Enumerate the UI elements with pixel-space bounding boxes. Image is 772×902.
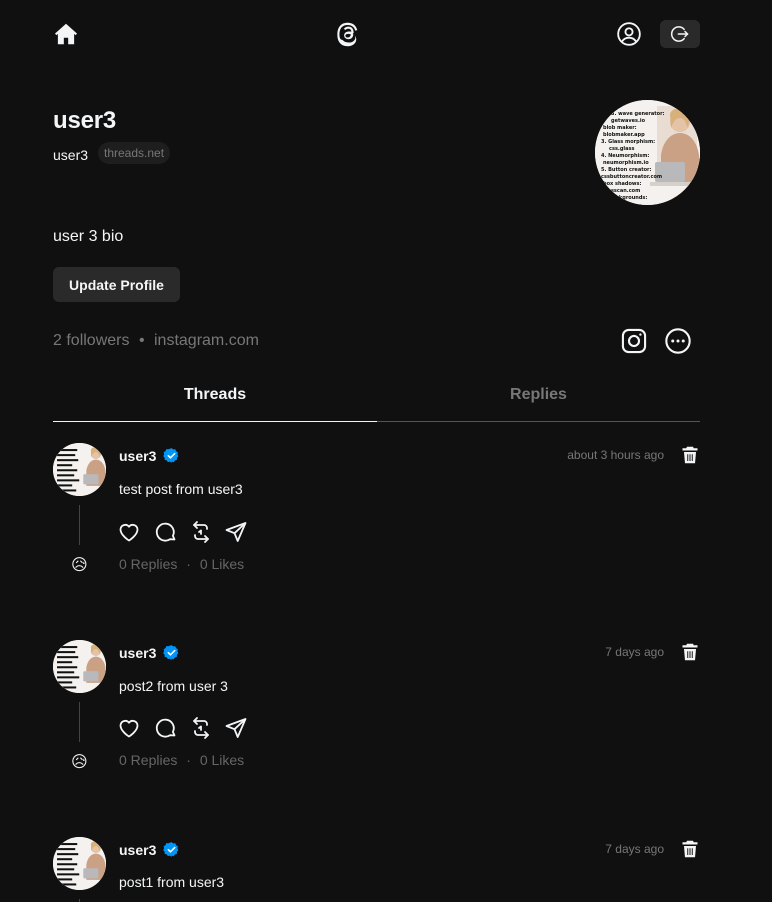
svg-text:blobmaker.app: blobmaker.app [603, 132, 645, 138]
delete-icon[interactable] [681, 445, 699, 465]
avatar-image [53, 640, 106, 693]
avatar-image [53, 443, 106, 496]
logout-icon [670, 26, 689, 42]
verified-icon [163, 645, 179, 660]
likes-count[interactable]: 0 Likes [200, 556, 244, 572]
logout-button[interactable] [660, 20, 700, 48]
post-text: post2 from user 3 [119, 678, 228, 694]
svg-text:4. Neumorphism:: 4. Neumorphism: [601, 153, 649, 159]
post-time: about 3 hours ago [567, 448, 664, 462]
comment-icon[interactable] [154, 520, 178, 544]
profile-button[interactable] [614, 19, 644, 49]
svg-text:css.glass: css.glass [609, 146, 634, 152]
profile-handle: user3 [53, 147, 89, 163]
tab-replies[interactable]: Replies [377, 386, 700, 404]
post-time: 7 days ago [605, 645, 664, 659]
avatar-image [53, 837, 106, 890]
verified-icon [163, 842, 179, 857]
instagram-icon [621, 328, 647, 354]
replies-count[interactable]: 0 Replies [119, 752, 177, 768]
more-icon [665, 328, 691, 354]
delete-icon[interactable] [681, 839, 699, 859]
post-avatar[interactable] [53, 640, 106, 693]
post-username[interactable]: user3 [119, 645, 156, 661]
domain-badge: threads.net [98, 142, 171, 164]
post-stats: 0 Replies · 0 Likes [119, 556, 244, 572]
profile-meta: 2 followers • instagram.com [53, 332, 259, 350]
like-icon[interactable] [117, 716, 141, 740]
comment-icon[interactable] [154, 716, 178, 740]
svg-text:blob maker:: blob maker: [603, 125, 637, 131]
delete-icon[interactable] [681, 642, 699, 662]
svg-text:cssbuttoncreator.com: cssbuttoncreator.com [601, 174, 662, 180]
post-text: post1 from user3 [119, 874, 225, 890]
profile-avatar[interactable]: 3. wave generator: getwaves.io blob make… [595, 100, 700, 205]
more-options-button[interactable] [663, 326, 693, 356]
update-profile-button[interactable]: Update Profile [53, 267, 180, 302]
replies-count[interactable]: 0 Replies [119, 556, 177, 572]
svg-text:cssscan.com: cssscan.com [605, 188, 640, 194]
user-circle-icon [617, 22, 641, 46]
tab-threads-underline [53, 421, 377, 422]
post-username[interactable]: user3 [119, 842, 156, 858]
profile-link[interactable]: instagram.com [154, 332, 259, 349]
post-avatar[interactable] [53, 837, 106, 890]
tab-threads[interactable]: Threads [53, 386, 377, 404]
meta-separator: • [138, 332, 145, 349]
home-button[interactable] [52, 20, 80, 48]
share-icon[interactable] [224, 520, 248, 544]
repost-icon[interactable] [189, 716, 213, 740]
thread-line [79, 702, 80, 742]
svg-text:3. Glass morphism:: 3. Glass morphism: [601, 139, 655, 145]
post-actions [117, 716, 257, 742]
stats-dot: · [186, 752, 191, 768]
stats-dot: · [186, 556, 191, 572]
home-icon [54, 23, 78, 45]
instagram-button[interactable] [619, 326, 649, 356]
thread-line [79, 505, 80, 545]
followers-count[interactable]: 2 followers [53, 332, 129, 349]
svg-text:3. wave generator:: 3. wave generator: [611, 111, 665, 117]
repost-icon[interactable] [189, 520, 213, 544]
profile-bio: user 3 bio [53, 228, 124, 245]
post-text: test post from user3 [119, 481, 243, 497]
post-item: 😥 user3 7 days ago post2 from user 3 0 R… [0, 640, 772, 790]
reply-avatar-emoji: 😥 [71, 754, 88, 771]
avatar-image: 3. wave generator: getwaves.io blob make… [595, 100, 700, 205]
svg-text:neumorphism.io: neumorphism.io [603, 160, 649, 166]
svg-text:box shadows:: box shadows: [603, 181, 642, 187]
likes-count[interactable]: 0 Likes [200, 752, 244, 768]
svg-text:backgrounds:: backgrounds: [609, 195, 647, 201]
threads-logo-icon [337, 22, 358, 47]
verified-icon [163, 448, 179, 463]
reply-avatar-emoji: 😥 [71, 557, 88, 574]
post-stats: 0 Replies · 0 Likes [119, 752, 244, 768]
tab-replies-underline [377, 421, 700, 422]
post-item: 😥 user3 about 3 hours ago test post from… [0, 443, 772, 593]
like-icon[interactable] [117, 520, 141, 544]
post-time: 7 days ago [605, 842, 664, 856]
post-avatar[interactable] [53, 443, 106, 496]
svg-text:5. Button creator:: 5. Button creator: [601, 167, 652, 173]
share-icon[interactable] [224, 716, 248, 740]
threads-logo[interactable] [333, 19, 363, 49]
post-actions [117, 519, 257, 545]
svg-text:getwaves.io: getwaves.io [611, 118, 646, 124]
profile-name: user3 [53, 107, 117, 134]
post-username[interactable]: user3 [119, 448, 156, 464]
post-item: user3 7 days ago post1 from user3 [0, 837, 772, 902]
